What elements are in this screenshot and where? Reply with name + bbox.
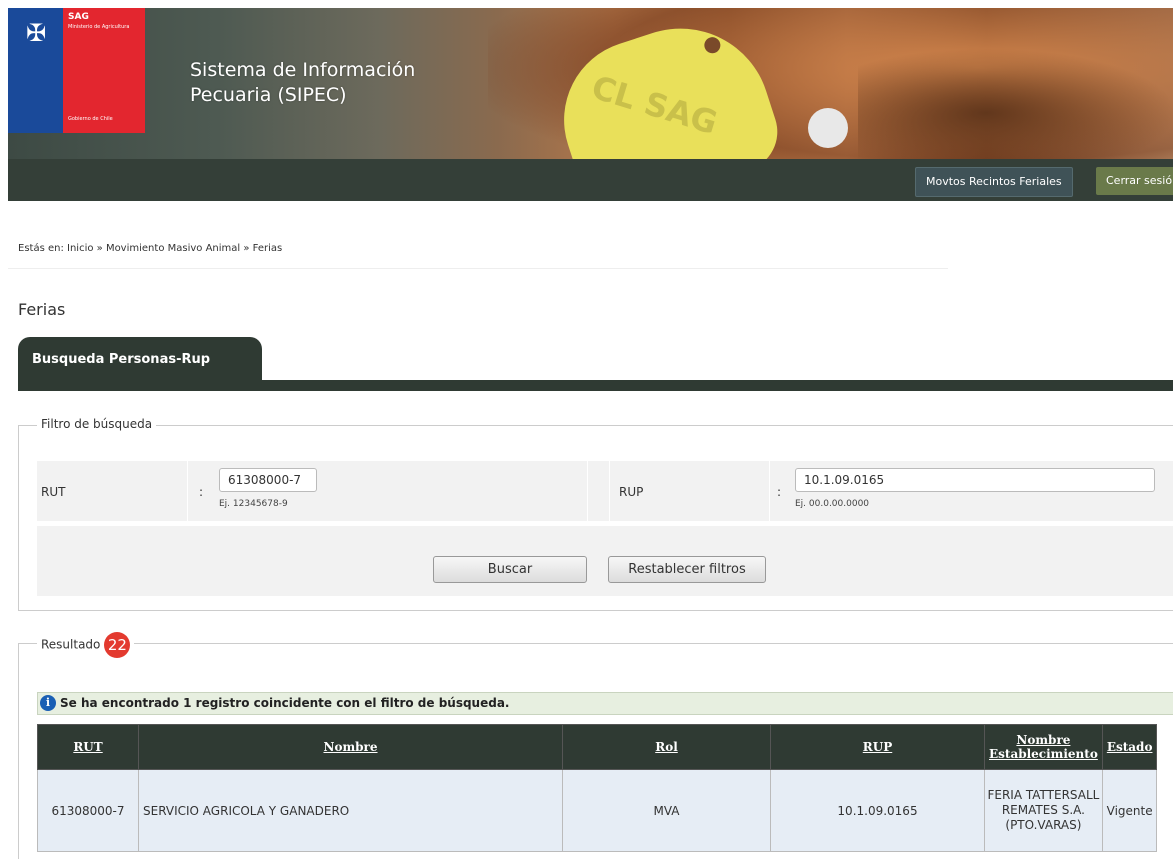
logo-org: SAG	[68, 12, 89, 22]
table-row[interactable]: 61308000-7 SERVICIO AGRICOLA Y GANADERO …	[37, 769, 1158, 852]
col-header-establecimiento[interactable]: Nombre Establecimiento	[984, 724, 1103, 770]
result-legend: Resultado 22	[37, 632, 135, 658]
tab-busqueda-personas-rup[interactable]: Busqueda Personas-Rup	[18, 337, 262, 380]
cell-rol: MVA	[562, 769, 771, 852]
system-title: Sistema de Información Pecuaria (SIPEC)	[190, 59, 416, 106]
logo-ministry: Ministerio de Agricultura	[68, 24, 130, 30]
result-info-message: i Se ha encontrado 1 registro coincident…	[37, 692, 1173, 715]
cell-establecimiento: FERIA TATTERSALL REMATES S.A. (PTO.VARAS…	[984, 769, 1103, 852]
col-header-nombre[interactable]: Nombre	[138, 724, 563, 770]
cell-rut: 61308000-7	[37, 769, 139, 852]
filter-row: RUT : Ej. 12345678-9 RUP : Ej. 00.0.00.0…	[37, 461, 1173, 521]
rup-input[interactable]	[795, 468, 1155, 492]
rut-hint: Ej. 12345678-9	[219, 499, 288, 509]
coat-of-arms-icon: ✠	[25, 19, 47, 47]
filter-fieldset: Filtro de búsqueda RUT : Ej. 12345678-9 …	[18, 417, 1173, 611]
col-header-rup[interactable]: RUP	[770, 724, 985, 770]
divider	[8, 268, 948, 269]
rut-input[interactable]	[219, 468, 317, 492]
breadcrumb[interactable]: Estás en: Inicio » Movimiento Masivo Ani…	[18, 243, 282, 254]
rut-label: RUT	[41, 485, 66, 499]
rup-label: RUP	[619, 485, 644, 499]
rup-hint: Ej. 00.0.00.0000	[795, 499, 870, 509]
search-button[interactable]: Buscar	[433, 556, 587, 583]
logo-government: Gobierno de Chile	[68, 116, 113, 122]
result-count-badge: 22	[104, 632, 131, 658]
filter-legend: Filtro de búsqueda	[37, 417, 157, 431]
cell-nombre: SERVICIO AGRICOLA Y GANADERO	[138, 769, 563, 852]
result-fieldset: Resultado 22 i Se ha encontrado 1 registr…	[18, 632, 1173, 859]
tab-bar	[18, 380, 1173, 391]
reset-filters-button[interactable]: Restablecer filtros	[608, 556, 766, 583]
logout-button[interactable]: Cerrar sesión	[1096, 167, 1173, 195]
cell-rup: 10.1.09.0165	[770, 769, 985, 852]
rup-colon: :	[777, 485, 782, 499]
col-header-estado[interactable]: Estado	[1101, 724, 1158, 770]
nav-recintos-feriales[interactable]: Movtos Recintos Feriales	[915, 167, 1073, 197]
top-nav: Movtos Recintos Feriales Cerrar sesión	[8, 159, 1173, 201]
info-icon: i	[40, 695, 56, 711]
result-table: RUT Nombre Rol RUP Nombre Establecimient…	[37, 724, 1158, 852]
col-header-rol[interactable]: Rol	[562, 724, 771, 770]
sag-logo[interactable]: ✠ SAG Ministerio de Agricultura Gobierno…	[8, 8, 145, 133]
header-banner: CL SAG ✠ SAG Ministerio de Agricultura G…	[8, 8, 1173, 159]
filter-actions: Buscar Restablecer filtros	[37, 526, 1173, 596]
cell-estado: Vigente	[1101, 769, 1158, 852]
page-title: Ferias	[18, 300, 66, 319]
rut-colon: :	[199, 485, 204, 499]
col-header-rut[interactable]: RUT	[37, 724, 139, 770]
